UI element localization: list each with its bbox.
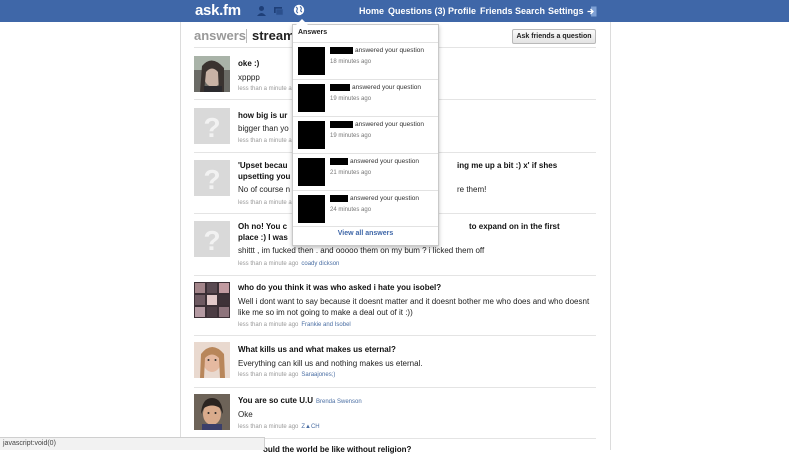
- notification-item[interactable]: answered your question 18 minutes ago: [293, 42, 438, 79]
- answerer-name-link[interactable]: coady dickson: [301, 261, 339, 267]
- notification-time: 18 minutes ago: [330, 59, 372, 65]
- answerer-name-link[interactable]: Z▲CH: [301, 424, 319, 430]
- redacted-username: [330, 121, 353, 128]
- notification-item[interactable]: answered your question 19 minutes ago: [293, 116, 438, 153]
- svg-text:?: ?: [203, 164, 220, 195]
- answer-text: Oke: [238, 410, 253, 419]
- notification-item[interactable]: answered your question 19 minutes ago: [293, 79, 438, 116]
- askfm-logo[interactable]: ask.fm: [195, 2, 241, 19]
- notification-text: answered your question: [330, 121, 424, 128]
- nav-questions[interactable]: Questions (3): [388, 6, 446, 16]
- question-line: You are so cute U.U Brenda Swenson: [238, 395, 593, 408]
- redacted-username: [330, 158, 348, 165]
- logout-icon[interactable]: [587, 6, 597, 17]
- question-text: You are so cute U.U: [238, 396, 313, 405]
- redacted-avatar: [298, 47, 325, 75]
- user-avatar-photo[interactable]: [194, 282, 230, 318]
- divider: [194, 275, 596, 276]
- notification-time: 21 minutes ago: [330, 170, 372, 176]
- redacted-avatar: [298, 158, 325, 186]
- dropdown-pointer: [296, 19, 308, 25]
- nav-home[interactable]: Home: [359, 6, 384, 16]
- svg-text:?: ?: [203, 112, 220, 143]
- answers-notification-dropdown: Answers answered your question 18 minute…: [292, 19, 439, 246]
- user-avatar-photo[interactable]: [194, 394, 230, 430]
- default-avatar-icon[interactable]: ?: [194, 160, 230, 196]
- default-avatar-icon[interactable]: ?: [194, 221, 230, 257]
- answer-text: Everything can kill us and nothing makes…: [238, 359, 423, 368]
- timestamp: less than a minute ago: [238, 261, 299, 267]
- dropdown-title: Answers: [298, 29, 328, 36]
- answer-meta: less than a minute ago Z▲CH: [238, 424, 320, 430]
- notification-text: answered your question: [330, 158, 419, 165]
- view-all-answers-link[interactable]: View all answers: [293, 230, 438, 237]
- timestamp: less than a minute ago: [238, 86, 299, 92]
- messages-icon[interactable]: [273, 5, 284, 16]
- tab-stream[interactable]: stream: [252, 28, 295, 43]
- answer-meta: less than a minute ago coady dickson: [238, 261, 339, 267]
- answer-meta: less than a minute ago Frankie and Isobel: [238, 322, 351, 328]
- nav-profile[interactable]: Profile: [448, 6, 476, 16]
- question-text: What kills us and what makes us eternal?: [238, 345, 396, 354]
- notification-time: 24 minutes ago: [330, 207, 372, 213]
- question-text-tail: to expand on in the first: [469, 222, 560, 231]
- notification-text: answered your question: [330, 47, 424, 54]
- timestamp: less than a minute ago: [238, 322, 299, 328]
- browser-status-bar: javascript:void(0): [0, 437, 265, 450]
- notification-text: answered your question: [330, 84, 421, 91]
- redacted-avatar: [298, 84, 325, 112]
- redacted-avatar: [298, 195, 325, 223]
- redacted-avatar: [298, 121, 325, 149]
- feed-tabs: answers stream: [194, 28, 295, 43]
- dropdown-divider: [293, 226, 438, 227]
- answerer-name-link[interactable]: Frankie and Isobel: [301, 322, 350, 328]
- svg-text:?: ?: [203, 225, 220, 256]
- user-avatar-photo[interactable]: [194, 56, 230, 92]
- redacted-username: [330, 84, 350, 91]
- question-text-tail: ing me up a bit :) x' if shes: [457, 161, 558, 170]
- feed-item: who do you think it was who asked i hate…: [194, 282, 596, 332]
- timestamp: less than a minute ago: [238, 372, 299, 378]
- redacted-username: [330, 195, 348, 202]
- nav-search[interactable]: Search: [515, 6, 545, 16]
- ask-friends-button[interactable]: Ask friends a question: [512, 29, 596, 44]
- timestamp: less than a minute ago: [238, 200, 299, 206]
- nav-settings[interactable]: Settings: [548, 6, 584, 16]
- timestamp: less than a minute ago: [238, 138, 299, 144]
- tab-divider: [246, 29, 247, 43]
- user-avatar-photo[interactable]: [194, 342, 230, 378]
- nav-friends[interactable]: Friends: [480, 6, 513, 16]
- divider: [194, 335, 596, 336]
- question-text: who do you think it was who asked i hate…: [238, 283, 442, 292]
- notification-text: answered your question: [330, 195, 419, 202]
- answer-text: Well i dont want to say because it doesn…: [238, 297, 590, 317]
- answer-meta: less than a minute ago Saraajones;): [238, 372, 335, 378]
- feed-item: You are so cute U.U Brenda Swenson Oke le…: [194, 394, 596, 434]
- notification-item[interactable]: answered your question 24 minutes ago: [293, 190, 438, 227]
- answerer-name-link[interactable]: Saraajones;): [301, 372, 335, 378]
- timestamp: less than a minute ago: [238, 424, 299, 430]
- notification-time: 19 minutes ago: [330, 96, 372, 102]
- answer-text: shittt , im fucked then . and ooooo them…: [238, 246, 485, 255]
- asker-name-link[interactable]: Brenda Swenson: [316, 399, 362, 405]
- friends-icon[interactable]: [256, 5, 267, 16]
- answer-text-tail: re them!: [457, 185, 487, 194]
- tab-answers[interactable]: answers: [194, 28, 246, 43]
- notification-time: 19 minutes ago: [330, 133, 372, 139]
- globe-notifications-icon[interactable]: [293, 4, 305, 16]
- notification-item[interactable]: answered your question 21 minutes ago: [293, 153, 438, 190]
- feed-item: What kills us and what makes us eternal?…: [194, 342, 596, 382]
- redacted-username: [330, 47, 353, 54]
- default-avatar-icon[interactable]: ?: [194, 108, 230, 144]
- divider: [194, 387, 596, 388]
